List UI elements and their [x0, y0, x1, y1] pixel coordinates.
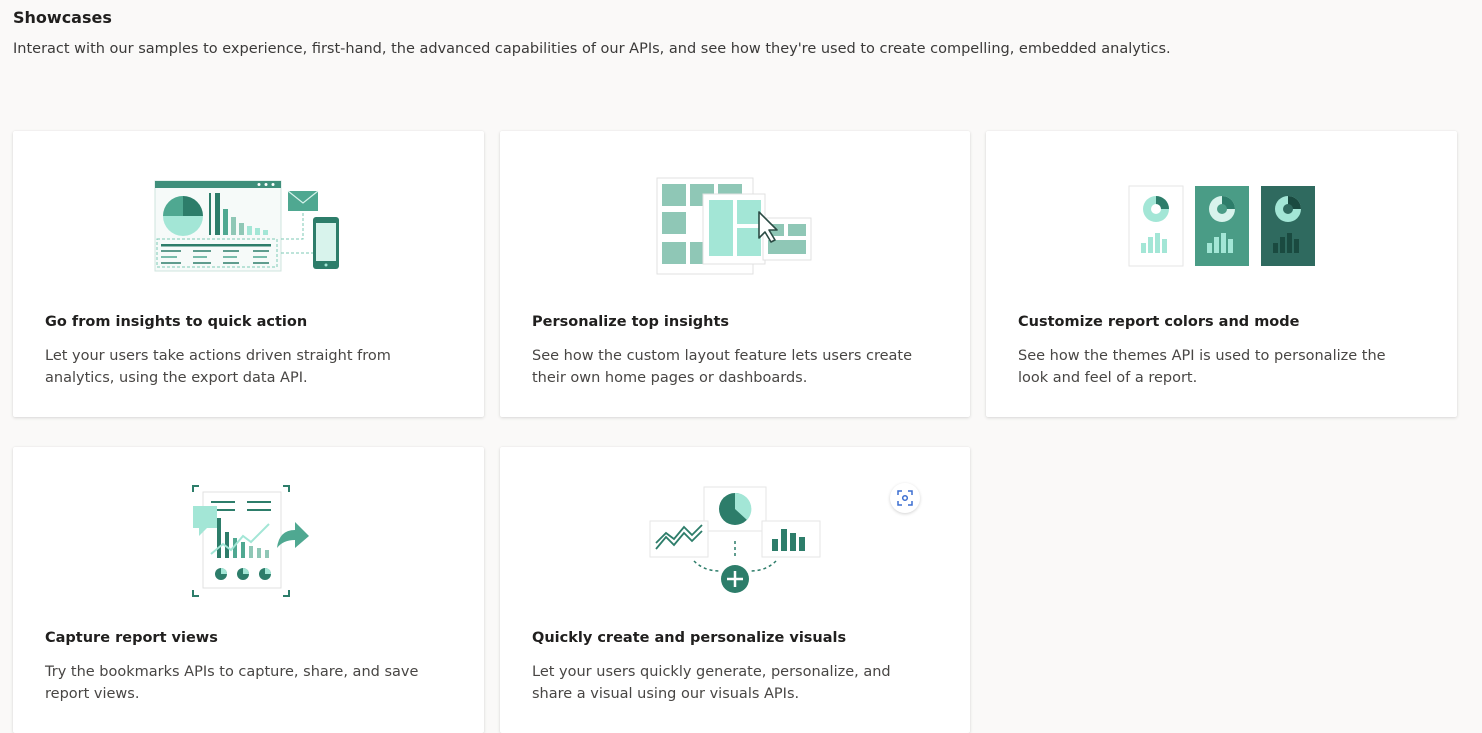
showcase-card-capture-views[interactable]: Capture report views Try the bookmarks A…	[13, 447, 484, 733]
card-description: Let your users quickly generate, persona…	[532, 664, 891, 702]
focus-icon	[897, 490, 913, 506]
bookmarks-illustration	[13, 447, 484, 617]
page-subtitle: Interact with our samples to experience,…	[13, 41, 1171, 57]
custom-layout-illustration	[500, 131, 970, 301]
card-description: See how the themes API is used to person…	[1018, 348, 1386, 386]
showcase-card-quick-action[interactable]: Go from insights to quick action Let you…	[13, 131, 484, 417]
visuals-illustration	[500, 447, 970, 617]
page-title: Showcases	[13, 8, 112, 27]
card-title: Quickly create and personalize visuals	[532, 630, 847, 646]
card-description: See how the custom layout feature lets u…	[532, 348, 913, 386]
showcase-card-customize-colors[interactable]: Customize report colors and mode See how…	[986, 131, 1457, 417]
card-description: Let your users take actions driven strai…	[45, 348, 391, 386]
focus-mode-button[interactable]	[890, 483, 920, 513]
card-title: Customize report colors and mode	[1018, 314, 1300, 330]
card-title: Go from insights to quick action	[45, 314, 308, 330]
showcase-card-create-visuals[interactable]: Quickly create and personalize visuals L…	[500, 447, 970, 733]
card-description: Try the bookmarks APIs to capture, share…	[45, 664, 419, 702]
card-title: Capture report views	[45, 630, 218, 646]
showcase-card-personalize-insights[interactable]: Personalize top insights See how the cus…	[500, 131, 970, 417]
card-title: Personalize top insights	[532, 314, 730, 330]
themes-illustration	[986, 131, 1457, 301]
dashboard-export-illustration	[13, 131, 484, 301]
